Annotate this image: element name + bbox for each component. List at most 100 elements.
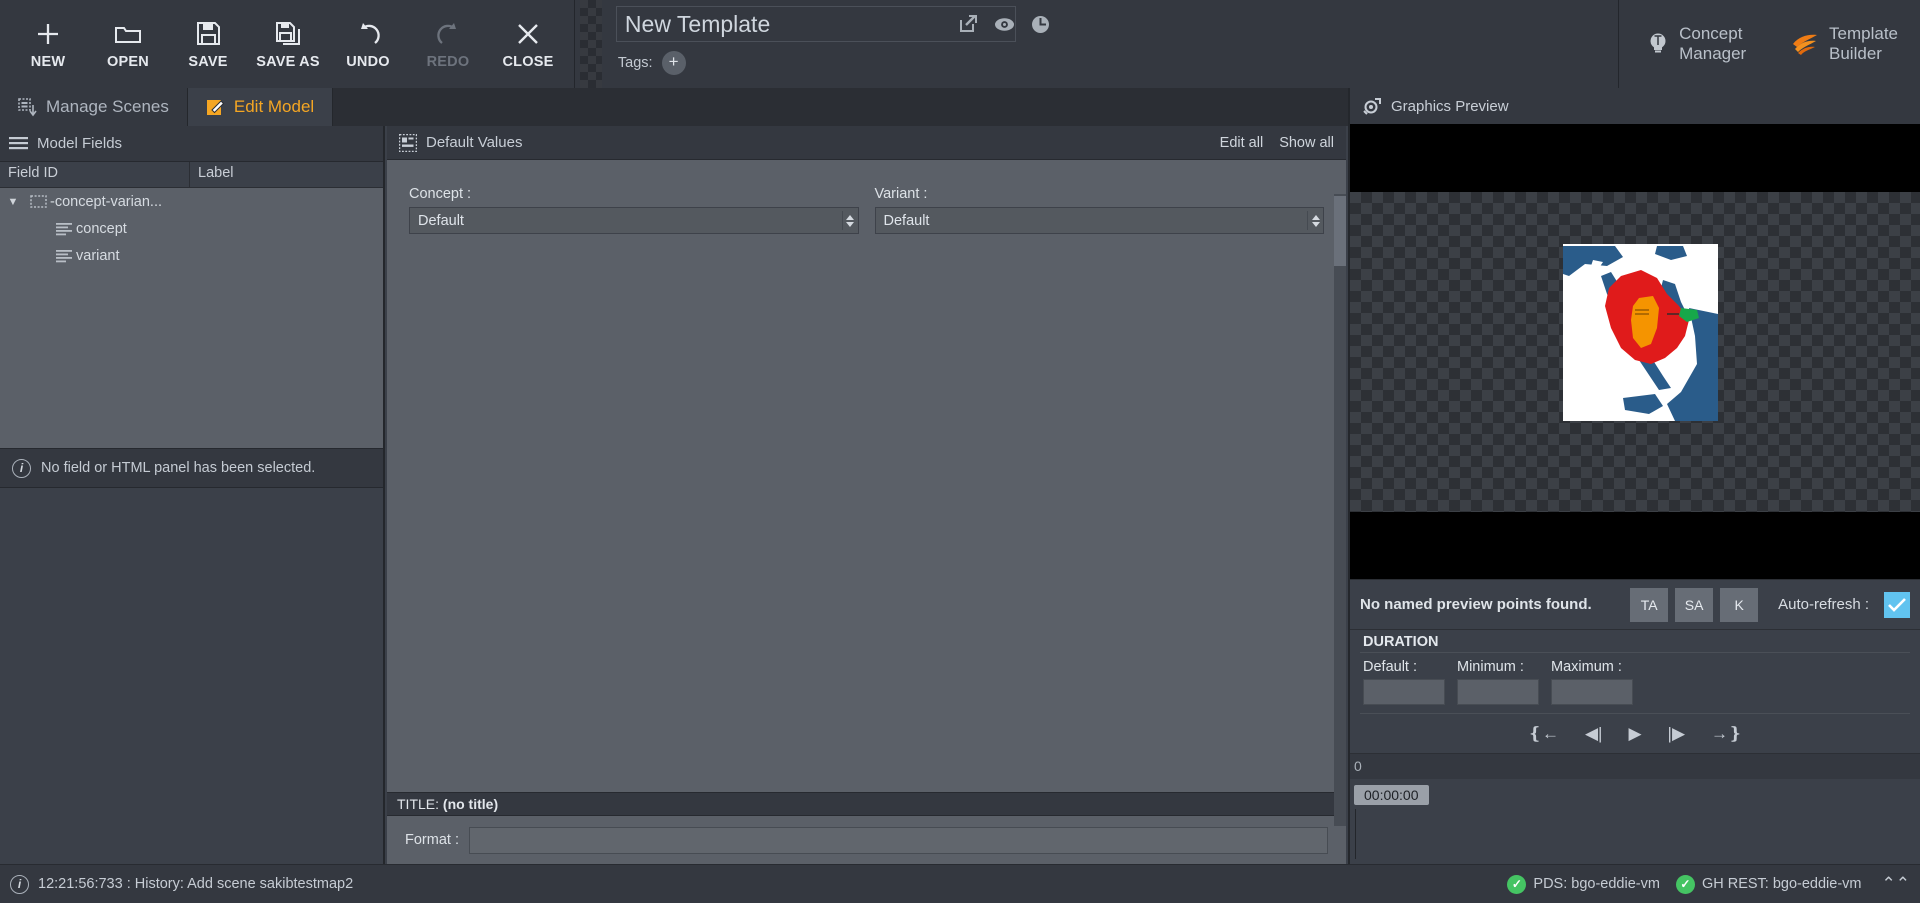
duration-title: DURATION bbox=[1360, 630, 1910, 653]
variant-select[interactable]: Default bbox=[874, 207, 1324, 234]
save-button[interactable]: SAVE bbox=[168, 5, 248, 83]
show-all-button[interactable]: Show all bbox=[1279, 135, 1334, 151]
preview-button-ta[interactable]: TA bbox=[1630, 587, 1669, 622]
main-tabbar: Manage Scenes Edit Model bbox=[0, 88, 1348, 126]
tab-edit-model[interactable]: Edit Model bbox=[187, 88, 334, 126]
table-row[interactable]: variant bbox=[0, 242, 383, 269]
edit-model-icon bbox=[206, 98, 225, 117]
go-to-end-icon[interactable]: →❵ bbox=[1711, 724, 1742, 744]
check-circle-icon: ✓ bbox=[1507, 874, 1527, 894]
save-as-button-label: SAVE AS bbox=[256, 53, 320, 70]
model-fields-header: Model Fields bbox=[0, 126, 383, 162]
duration-default-label: Default : bbox=[1363, 659, 1417, 675]
go-to-start-icon[interactable]: ❴← bbox=[1528, 724, 1559, 744]
column-label[interactable]: Label bbox=[190, 162, 383, 187]
external-edit-icon[interactable] bbox=[958, 14, 978, 34]
status-gh-rest[interactable]: ✓ GH REST: bgo-eddie-vm bbox=[1675, 874, 1862, 894]
new-button[interactable]: NEW bbox=[8, 5, 88, 83]
tags-label: Tags: bbox=[617, 55, 653, 71]
template-header-icons bbox=[958, 14, 1050, 34]
duration-minimum-input[interactable] bbox=[1457, 679, 1539, 705]
status-bar: i 12:21:56:733 : History: Add scene saki… bbox=[0, 864, 1920, 903]
edit-all-button[interactable]: Edit all bbox=[1220, 135, 1264, 151]
format-label: Format : bbox=[405, 832, 459, 848]
preview-button-sa[interactable]: SA bbox=[1675, 587, 1714, 622]
format-input[interactable] bbox=[468, 826, 1328, 854]
title-strip-value: (no title) bbox=[442, 796, 499, 812]
default-values-body: Concept : Default Variant : Default bbox=[387, 160, 1346, 826]
table-row[interactable]: concept bbox=[0, 215, 383, 242]
preview-button-k[interactable]: K bbox=[1720, 587, 1759, 622]
info-icon: i bbox=[10, 874, 29, 894]
default-values-icon bbox=[399, 133, 417, 152]
template-thumbnail bbox=[580, 0, 602, 88]
status-pds[interactable]: ✓ PDS: bgo-eddie-vm bbox=[1507, 874, 1660, 894]
concept-manager-button[interactable]: Concept Manager bbox=[1625, 0, 1769, 88]
template-title-box bbox=[615, 6, 1016, 42]
duration-minimum-group: Minimum : bbox=[1457, 659, 1539, 705]
variant-field-group: Variant : Default bbox=[874, 186, 1324, 234]
timeline-ruler[interactable]: 0 bbox=[1350, 753, 1920, 779]
default-values-fields: Concept : Default Variant : Default bbox=[409, 186, 1324, 234]
preview-stage[interactable] bbox=[1350, 124, 1920, 579]
concept-manager-label: Concept Manager bbox=[1679, 24, 1747, 63]
save-as-button[interactable]: SAVE AS bbox=[248, 5, 328, 83]
tab-edit-model-label: Edit Model bbox=[233, 97, 315, 116]
chevron-up-icon[interactable]: ⌃⌃ bbox=[1878, 874, 1911, 894]
lightbulb-icon bbox=[1647, 32, 1669, 56]
folder-icon bbox=[114, 19, 142, 49]
model-fields-columns: Field ID Label bbox=[0, 162, 383, 188]
toolbar-right-group: Concept Manager Template Builder bbox=[1612, 0, 1920, 88]
step-back-icon[interactable]: ◀| bbox=[1585, 724, 1603, 744]
expand-caret-icon[interactable]: ▼ bbox=[0, 196, 26, 208]
column-field-id[interactable]: Field ID bbox=[0, 162, 190, 187]
template-title-input[interactable] bbox=[624, 10, 1007, 38]
undo-button-label: UNDO bbox=[346, 53, 390, 70]
graphics-preview-title: Graphics Preview bbox=[1391, 97, 1509, 115]
undo-button[interactable]: UNDO bbox=[328, 5, 408, 83]
check-icon bbox=[1888, 597, 1906, 612]
default-values-scrollbar[interactable] bbox=[1334, 194, 1346, 826]
check-circle-icon: ✓ bbox=[1675, 874, 1695, 894]
field-lines-icon bbox=[52, 222, 76, 236]
tree-row-label: concept bbox=[76, 220, 127, 237]
duration-maximum-input[interactable] bbox=[1551, 679, 1633, 705]
play-icon[interactable]: ▶ bbox=[1628, 724, 1641, 744]
close-button[interactable]: CLOSE bbox=[488, 5, 568, 83]
info-icon: i bbox=[12, 458, 31, 478]
new-button-label: NEW bbox=[30, 53, 66, 70]
close-x-icon bbox=[515, 19, 541, 49]
selection-info-strip: i No field or HTML panel has been select… bbox=[0, 448, 383, 488]
default-values-panel: Default Values Edit all Show all Concept… bbox=[387, 126, 1346, 864]
template-builder-button[interactable]: Template Builder bbox=[1769, 0, 1920, 88]
open-button[interactable]: OPEN bbox=[88, 5, 168, 83]
scrollbar-thumb[interactable] bbox=[1334, 196, 1346, 266]
eye-icon[interactable] bbox=[994, 17, 1015, 32]
map-graphic bbox=[1563, 244, 1718, 421]
undo-arrow-icon bbox=[355, 19, 382, 49]
step-forward-icon[interactable]: |▶ bbox=[1668, 724, 1686, 744]
tab-manage-scenes[interactable]: Manage Scenes bbox=[0, 88, 188, 126]
list-lines-icon bbox=[9, 136, 28, 151]
template-builder-label: Template Builder bbox=[1829, 24, 1898, 63]
format-zone: Format : bbox=[387, 816, 1346, 864]
timeline-tick-label: 0 bbox=[1354, 758, 1362, 774]
clock-icon[interactable] bbox=[1031, 15, 1050, 34]
add-tag-button[interactable]: + bbox=[661, 51, 686, 75]
auto-refresh-checkbox[interactable] bbox=[1884, 591, 1910, 618]
status-gh-rest-label: GH REST: bgo-eddie-vm bbox=[1701, 876, 1862, 892]
timeline-track[interactable]: 00:00:00 bbox=[1350, 779, 1920, 859]
redo-button[interactable]: REDO bbox=[408, 5, 488, 83]
template-meta: Tags: + bbox=[602, 0, 1612, 88]
redo-arrow-icon bbox=[435, 19, 462, 49]
timecode-chip[interactable]: 00:00:00 bbox=[1354, 785, 1429, 805]
duration-default-input[interactable] bbox=[1363, 679, 1445, 705]
title-strip-prefix: TITLE: bbox=[397, 796, 440, 812]
default-values-title: Default Values bbox=[426, 134, 523, 151]
duration-section: DURATION Default : Minimum : Maximum : ❴… bbox=[1350, 629, 1920, 753]
status-pds-label: PDS: bgo-eddie-vm bbox=[1533, 876, 1660, 892]
close-button-label: CLOSE bbox=[502, 53, 554, 70]
concept-select[interactable]: Default bbox=[409, 207, 859, 234]
table-row[interactable]: ▼ -concept-varian... bbox=[0, 188, 383, 215]
redo-button-label: REDO bbox=[426, 53, 470, 70]
